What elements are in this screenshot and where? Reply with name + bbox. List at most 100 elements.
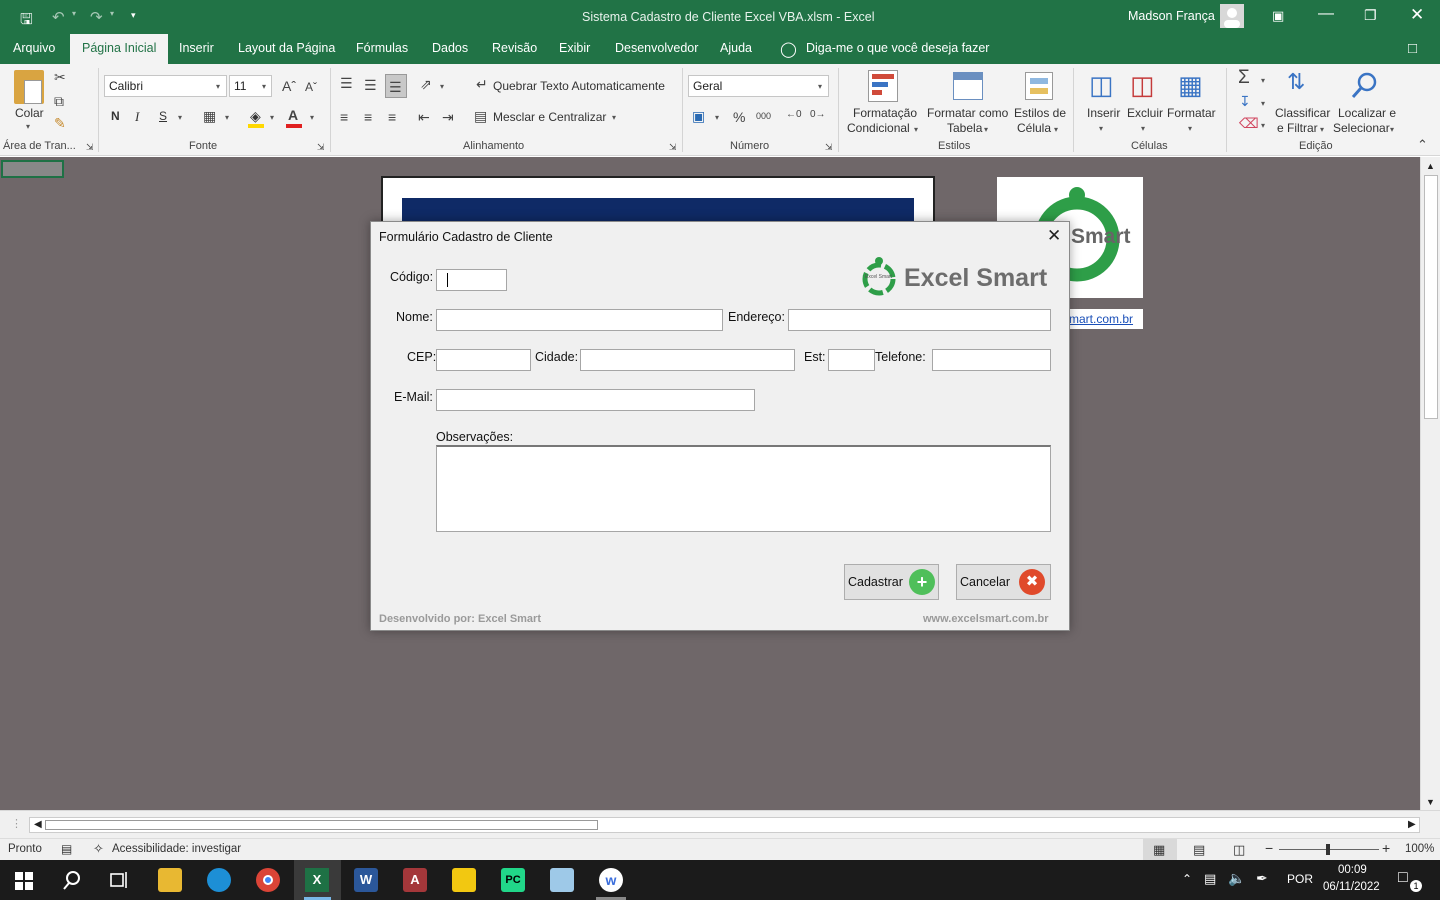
paste-icon[interactable] (14, 70, 44, 104)
tab-formulas[interactable]: Fórmulas (356, 41, 408, 55)
number-launcher-icon[interactable]: ⇲ (825, 143, 833, 152)
horizontal-scrollbar[interactable]: ◀ ▶ (29, 817, 1420, 833)
font-size-dropdown-icon[interactable]: ▾ (262, 82, 266, 91)
undo-dropdown-icon[interactable]: ▾ (72, 9, 76, 18)
insert-cells-icon[interactable]: ◫ (1089, 72, 1114, 98)
orientation-dropdown-icon[interactable]: ▾ (440, 82, 444, 91)
word-icon[interactable]: W (354, 868, 378, 892)
grow-font-icon[interactable]: Aˆ (282, 79, 296, 93)
italic-button[interactable]: I (135, 109, 139, 125)
conditional-format-dropdown-icon[interactable]: ▾ (914, 125, 918, 134)
format-cells-button[interactable]: Formatar (1167, 106, 1216, 120)
sheet-link-box[interactable]: mart.com.br (1069, 309, 1143, 329)
increase-decimal-icon[interactable]: ←0 (786, 110, 802, 120)
tray-chevron-icon[interactable]: ⌃ (1182, 872, 1192, 886)
align-bottom-button[interactable]: ☰ (385, 74, 407, 98)
tab-revisao[interactable]: Revisão (492, 41, 537, 55)
font-name-dropdown-icon[interactable]: ▾ (216, 82, 220, 91)
sort-filter-label-2[interactable]: e Filtrar (1277, 121, 1318, 135)
vertical-scroll-thumb[interactable] (1424, 175, 1438, 419)
user-name[interactable]: Madson França (1128, 9, 1215, 23)
format-dropdown-icon[interactable]: ▾ (1188, 124, 1192, 133)
find-select-icon[interactable] (1350, 70, 1382, 102)
format-painter-icon[interactable]: ✎ (54, 116, 66, 130)
sort-filter-icon[interactable]: ⇅ (1287, 71, 1305, 93)
format-cells-icon[interactable]: ▦ (1178, 72, 1203, 98)
undo-icon[interactable]: ↶ (52, 8, 65, 26)
decrease-decimal-icon[interactable]: 0→ (810, 110, 826, 120)
tab-dados[interactable]: Dados (432, 41, 468, 55)
windows-start-icon[interactable] (15, 872, 33, 890)
normal-view-button[interactable]: ▦ (1143, 839, 1177, 860)
edge-icon[interactable] (207, 868, 231, 892)
underline-dropdown-icon[interactable]: ▾ (178, 113, 182, 122)
redo-dropdown-icon[interactable]: ▾ (110, 9, 114, 18)
pycharm-icon[interactable]: PC (501, 868, 525, 892)
language-indicator[interactable]: POR (1287, 872, 1313, 886)
notes-textarea[interactable] (436, 445, 1051, 532)
clock-date[interactable]: 06/11/2022 (1323, 881, 1380, 893)
app-w-icon[interactable]: w (599, 868, 623, 892)
save-icon[interactable]: 🖫 (20, 9, 33, 34)
align-middle-icon[interactable]: ☰ (364, 78, 377, 92)
pen-icon[interactable]: ✒ (1256, 870, 1268, 887)
zoom-slider-thumb[interactable] (1326, 844, 1330, 855)
clear-icon[interactable]: ⌫ (1239, 116, 1259, 130)
sort-filter-dropdown-icon[interactable]: ▾ (1320, 125, 1324, 134)
conditional-format-label-1[interactable]: Formatação (853, 106, 917, 120)
state-input[interactable] (828, 349, 875, 371)
format-table-dropdown-icon[interactable]: ▾ (984, 125, 988, 134)
clear-dropdown-icon[interactable]: ▾ (1261, 121, 1265, 130)
cut-icon[interactable]: ✂ (54, 70, 66, 84)
font-name-select[interactable]: Calibri (104, 75, 227, 97)
notes-app-icon[interactable] (550, 868, 574, 892)
font-launcher-icon[interactable]: ⇲ (317, 143, 325, 152)
format-table-icon[interactable] (953, 72, 983, 100)
shrink-font-icon[interactable]: Aˇ (305, 81, 317, 93)
orientation-icon[interactable]: ⇗ (420, 77, 432, 91)
format-table-label-2[interactable]: Tabela (947, 121, 982, 135)
city-input[interactable] (580, 349, 795, 371)
horizontal-scroll-thumb[interactable] (45, 820, 598, 830)
decrease-indent-icon[interactable]: ⇤ (418, 110, 430, 124)
notification-icon[interactable]: □ (1398, 869, 1408, 887)
tab-layout[interactable]: Layout da Página (238, 41, 335, 55)
avatar[interactable] (1220, 4, 1244, 28)
conditional-format-icon[interactable] (868, 70, 898, 102)
fill-color-icon[interactable]: ◈ (250, 109, 261, 123)
page-break-view-icon[interactable]: ◫ (1233, 842, 1245, 858)
merge-center-button[interactable]: Mesclar e Centralizar (493, 110, 606, 124)
sort-filter-label-1[interactable]: Classificar (1275, 106, 1330, 120)
close-window-icon[interactable]: ✕ (1410, 5, 1424, 25)
accessibility-icon[interactable]: ✧ (93, 841, 104, 857)
align-right-icon[interactable]: ≡ (388, 110, 396, 124)
scroll-up-icon[interactable]: ▲ (1426, 161, 1435, 171)
borders-icon[interactable]: ▦ (203, 109, 216, 123)
delete-cells-button[interactable]: Excluir (1127, 106, 1163, 120)
cell-mode-icon[interactable]: ▤ (61, 842, 72, 856)
name-input[interactable] (436, 309, 723, 331)
copy-icon[interactable]: ⧉ (54, 94, 64, 108)
wrap-text-button[interactable]: Quebrar Texto Automaticamente (493, 79, 665, 93)
fill-color-dropdown-icon[interactable]: ▾ (270, 113, 274, 122)
align-top-icon[interactable]: ☰ (340, 76, 353, 90)
tab-exibir[interactable]: Exibir (559, 41, 590, 55)
accounting-format-icon[interactable]: ▣ (692, 109, 705, 123)
vertical-scrollbar[interactable]: ▲ ▼ (1420, 157, 1440, 810)
sheet-link[interactable]: mart.com.br (1069, 312, 1133, 326)
clock-time[interactable]: 00:09 (1338, 864, 1367, 876)
search-icon[interactable] (62, 870, 82, 890)
clipboard-launcher-icon[interactable]: ⇲ (86, 143, 94, 152)
chrome-icon[interactable] (256, 868, 280, 892)
accessibility-status[interactable]: Acessibilidade: investigar (112, 843, 241, 855)
minimize-icon[interactable]: — (1318, 5, 1334, 23)
cancel-button[interactable]: Cancelar ✖ (956, 564, 1051, 600)
submit-button[interactable]: Cadastrar + (844, 564, 939, 600)
font-color-dropdown-icon[interactable]: ▾ (310, 113, 314, 122)
redo-icon[interactable]: ↷ (90, 8, 103, 26)
cell-styles-icon[interactable] (1025, 72, 1053, 100)
tab-ajuda[interactable]: Ajuda (720, 41, 752, 55)
autosum-icon[interactable]: Σ (1238, 68, 1250, 87)
active-cell[interactable] (1, 160, 64, 178)
tab-split-handle-icon[interactable]: ⋮ (11, 817, 22, 830)
